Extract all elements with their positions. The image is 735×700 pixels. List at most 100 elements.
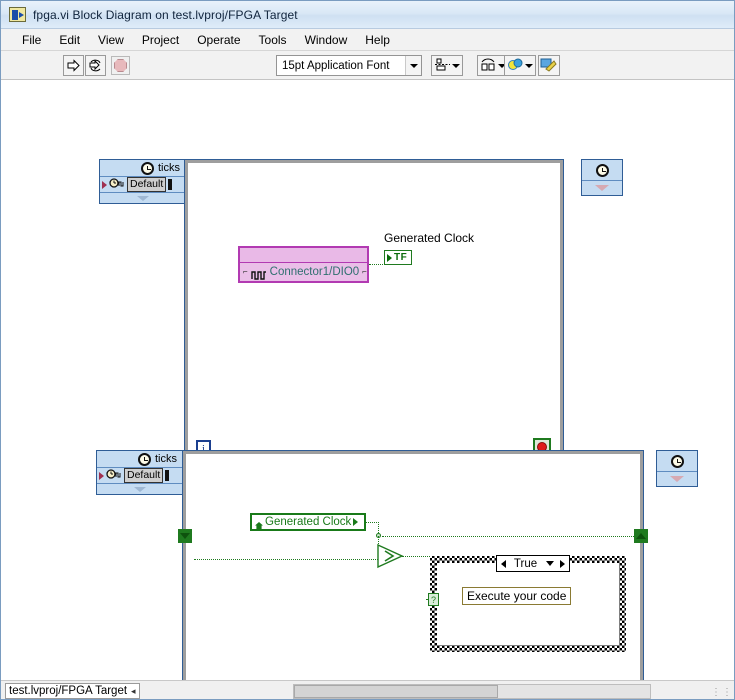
loop1-output-expand-row[interactable]	[582, 181, 622, 195]
menu-item-operate[interactable]: Operate	[188, 31, 249, 49]
loop2-output-expand-row[interactable]	[657, 472, 697, 486]
resize-objects-icon	[507, 57, 525, 74]
abort-execution-icon	[114, 59, 127, 72]
loop1-period-value[interactable]: Default	[127, 177, 167, 192]
run-continuously-icon	[89, 59, 101, 72]
toolbar: 15pt Application Font	[1, 51, 734, 80]
chevron-down-icon[interactable]	[525, 63, 533, 68]
loop1-indicator-label: Generated Clock	[384, 231, 475, 245]
loop1-input-terminal-icon	[102, 180, 107, 189]
run-continuously-button[interactable]	[85, 55, 106, 76]
loop2-comparison-node[interactable]	[375, 543, 405, 569]
font-selector-dropdown[interactable]	[405, 56, 421, 75]
loop2-timed-loop-frame[interactable]: Generated Clock True ? Execute your code	[178, 451, 648, 680]
case-selector-dropdown[interactable]	[543, 556, 557, 571]
loop2-period-terminal	[165, 470, 170, 481]
menu-item-project[interactable]: Project	[133, 31, 188, 49]
shift-register-up-icon	[636, 533, 646, 539]
case-next-icon	[560, 559, 566, 568]
loop1-period-row: Default	[100, 177, 186, 193]
menu-item-file[interactable]: File	[13, 31, 50, 49]
fpga-io-right-corner-icon: ⌐	[362, 267, 367, 276]
loop2-local-variable[interactable]: Generated Clock	[250, 513, 366, 531]
timing-source-icon	[109, 177, 125, 192]
menu-item-edit[interactable]: Edit	[50, 31, 89, 49]
loop1-timed-loop-input-node[interactable]: ticks Default	[99, 159, 187, 204]
window-title: fpga.vi Block Diagram on test.lvproj/FPG…	[33, 7, 298, 22]
loop1-boolean-indicator-text: TF	[394, 252, 408, 263]
reorder-icon	[540, 57, 558, 74]
labview-vi-icon	[9, 7, 26, 22]
reorder-button[interactable]	[538, 55, 560, 76]
clock-icon	[595, 163, 609, 177]
loop1-timed-loop-frame[interactable]: ⌐ Connector1/DIO0 ⌐ Generated Clock TF i	[185, 160, 563, 468]
case-selector-terminal[interactable]: ?	[428, 593, 439, 606]
loop1-fpga-io-node-top	[240, 248, 367, 262]
menu-item-help[interactable]: Help	[356, 31, 399, 49]
align-objects-button[interactable]	[431, 55, 463, 76]
shift-register-down-icon	[180, 533, 190, 539]
loop2-local-variable-label: Generated Clock	[265, 516, 352, 528]
chevron-down-icon	[134, 486, 146, 492]
menu-item-view[interactable]: View	[89, 31, 133, 49]
case-previous-button[interactable]	[497, 556, 510, 571]
status-target-caret-icon[interactable]: ◂	[131, 686, 136, 697]
loop2-period-row: Default	[97, 468, 183, 484]
case-next-button[interactable]	[556, 556, 569, 571]
case-previous-icon	[500, 559, 506, 568]
status-target-label: test.lvproj/FPGA Target	[9, 685, 128, 697]
loop2-wire-shiftreg-to-comparison	[194, 559, 378, 560]
status-target-selector[interactable]: test.lvproj/FPGA Target ◂	[5, 683, 140, 699]
chevron-down-icon	[137, 195, 149, 201]
case-selector-label[interactable]: True	[496, 555, 570, 572]
horizontal-scrollbar-thumb[interactable]	[294, 685, 498, 698]
loop2-timed-loop-input-node[interactable]: ticks Default	[96, 450, 184, 495]
timing-source-icon	[106, 468, 122, 483]
title-bar: fpga.vi Block Diagram on test.lvproj/FPG…	[1, 1, 734, 29]
square-wave-icon	[250, 267, 267, 280]
distribute-objects-icon	[480, 57, 498, 74]
loop1-fpga-io-resource: Connector1/DIO0	[269, 265, 360, 278]
loop2-period-value[interactable]: Default	[124, 468, 164, 483]
loop1-fpga-io-node-body: ⌐ Connector1/DIO0 ⌐	[240, 262, 367, 280]
loop2-shift-register-right[interactable]	[634, 529, 648, 543]
horizontal-scrollbar[interactable]	[293, 684, 651, 699]
loop1-timed-loop-output-node[interactable]	[581, 159, 623, 196]
chevron-down-icon	[409, 63, 418, 68]
loop2-ticks-row: ticks	[97, 451, 183, 468]
loop2-case-structure[interactable]: True ? Execute your code	[428, 555, 626, 652]
block-diagram-canvas[interactable]: ticks Default ⌐ Connector1/DIO0 ⌐ Genera…	[1, 80, 734, 680]
clock-icon	[670, 454, 684, 468]
local-variable-output-arrow-icon	[353, 518, 359, 526]
loop1-ticks-label: ticks	[158, 162, 180, 174]
loop2-shift-register-left[interactable]	[178, 529, 192, 543]
loop2-timed-loop-output-node[interactable]	[656, 450, 698, 487]
loop1-interior	[188, 163, 560, 465]
loop1-wire-io-to-indicator	[369, 264, 385, 265]
chevron-down-icon[interactable]	[452, 63, 460, 68]
run-arrow-icon	[67, 59, 80, 72]
loop2-output-clock-row	[657, 451, 697, 472]
status-bar: test.lvproj/FPGA Target ◂ ⋮⋮	[1, 680, 734, 699]
menu-bar: File Edit View Project Operate Tools Win…	[1, 29, 734, 51]
fpga-io-left-corner-icon: ⌐	[243, 267, 248, 276]
resize-objects-button[interactable]	[504, 55, 536, 76]
case-body-text[interactable]: Execute your code	[462, 587, 572, 605]
loop1-period-terminal	[168, 179, 173, 190]
labview-block-diagram-window: fpga.vi Block Diagram on test.lvproj/FPG…	[0, 0, 735, 700]
chevron-down-icon	[545, 561, 554, 566]
loop1-expand-row[interactable]	[100, 193, 186, 203]
abort-execution-button[interactable]	[111, 56, 130, 75]
loop1-fpga-io-node[interactable]: ⌐ Connector1/DIO0 ⌐	[238, 246, 369, 283]
font-selector[interactable]: 15pt Application Font	[276, 55, 422, 76]
font-selector-value: 15pt Application Font	[282, 59, 390, 72]
loop2-input-terminal-icon	[99, 471, 104, 480]
resize-grip[interactable]: ⋮⋮	[711, 687, 733, 698]
menu-item-tools[interactable]: Tools	[250, 31, 296, 49]
case-selector-value: True	[513, 557, 538, 570]
align-objects-icon	[434, 57, 452, 74]
loop1-boolean-indicator[interactable]: TF	[384, 250, 412, 265]
menu-item-window[interactable]: Window	[296, 31, 357, 49]
run-button[interactable]	[63, 55, 84, 76]
loop2-expand-row[interactable]	[97, 484, 183, 494]
